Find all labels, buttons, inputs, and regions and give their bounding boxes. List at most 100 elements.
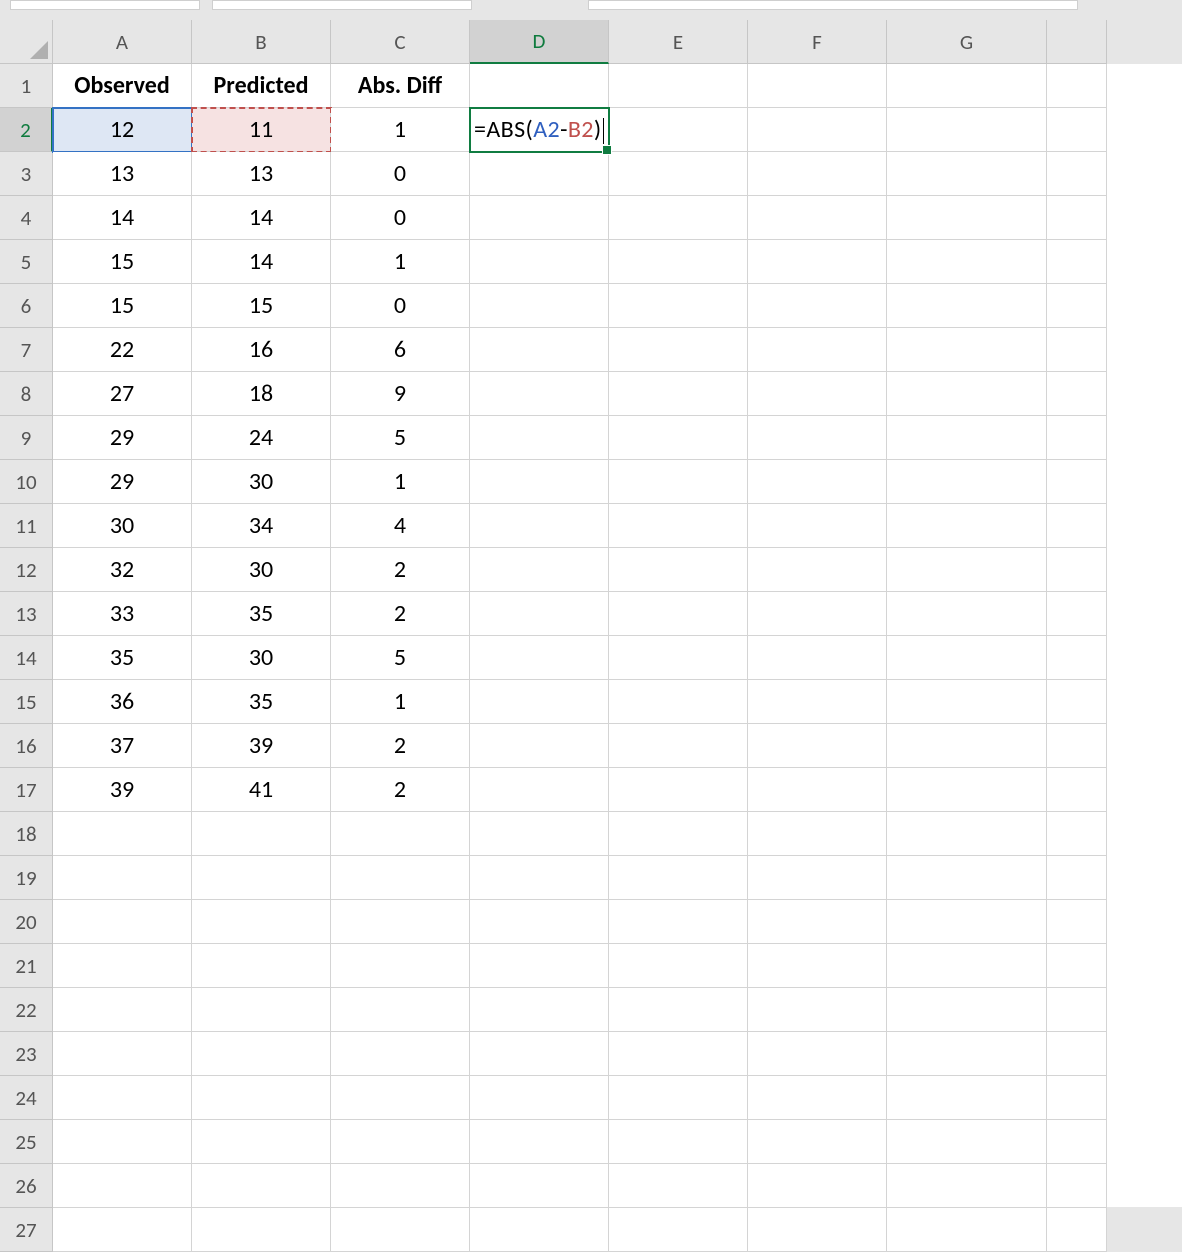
cell-H12[interactable] [1047,548,1107,592]
cell-A25[interactable] [53,1120,192,1164]
cell-B12[interactable]: 30 [192,548,331,592]
cell-E24[interactable] [609,1076,748,1120]
cell-D27[interactable] [470,1208,609,1252]
row-header-5[interactable]: 5 [0,240,53,284]
cell-B27[interactable] [192,1208,331,1252]
cell-E16[interactable] [609,724,748,768]
cell-E23[interactable] [609,1032,748,1076]
row-header-1[interactable]: 1 [0,64,53,108]
cell-H23[interactable] [1047,1032,1107,1076]
cell-F26[interactable] [748,1164,887,1208]
cell-A12[interactable]: 32 [53,548,192,592]
cell-C4[interactable]: 0 [331,196,470,240]
cell-G10[interactable] [887,460,1047,504]
row-header-3[interactable]: 3 [0,152,53,196]
row-header-19[interactable]: 19 [0,856,53,900]
cell-F20[interactable] [748,900,887,944]
column-header-A[interactable]: A [53,20,192,64]
cell-A19[interactable] [53,856,192,900]
cell-C13[interactable]: 2 [331,592,470,636]
cell-B26[interactable] [192,1164,331,1208]
row-header-15[interactable]: 15 [0,680,53,724]
cell-E2[interactable] [609,108,748,152]
cell-C26[interactable] [331,1164,470,1208]
cell-H1[interactable] [1047,64,1107,108]
cell-F5[interactable] [748,240,887,284]
cell-H20[interactable] [1047,900,1107,944]
cell-E11[interactable] [609,504,748,548]
row-header-2[interactable]: 2 [0,108,53,152]
cell-A17[interactable]: 39 [53,768,192,812]
cell-B13[interactable]: 35 [192,592,331,636]
select-all-corner[interactable] [0,20,53,64]
cell-C2[interactable]: 1 [331,108,470,152]
cell-G13[interactable] [887,592,1047,636]
column-header-G[interactable]: G [887,20,1047,64]
cell-H17[interactable] [1047,768,1107,812]
cell-B17[interactable]: 41 [192,768,331,812]
cell-E14[interactable] [609,636,748,680]
column-header-B[interactable]: B [192,20,331,64]
cell-G26[interactable] [887,1164,1047,1208]
cell-D2[interactable]: =ABS(A2-B2) [470,108,609,152]
cell-H15[interactable] [1047,680,1107,724]
cell-C25[interactable] [331,1120,470,1164]
cell-E10[interactable] [609,460,748,504]
cell-E4[interactable] [609,196,748,240]
cell-B5[interactable]: 14 [192,240,331,284]
cell-E1[interactable] [609,64,748,108]
cell-E7[interactable] [609,328,748,372]
cell-E8[interactable] [609,372,748,416]
cell-B24[interactable] [192,1076,331,1120]
cell-A10[interactable]: 29 [53,460,192,504]
cell-F7[interactable] [748,328,887,372]
cell-F4[interactable] [748,196,887,240]
cell-E27[interactable] [609,1208,748,1252]
row-header-21[interactable]: 21 [0,944,53,988]
cell-G12[interactable] [887,548,1047,592]
row-header-27[interactable]: 27 [0,1208,53,1252]
cell-E17[interactable] [609,768,748,812]
cell-H25[interactable] [1047,1120,1107,1164]
cell-H22[interactable] [1047,988,1107,1032]
cell-H8[interactable] [1047,372,1107,416]
cell-F8[interactable] [748,372,887,416]
cell-H26[interactable] [1047,1164,1107,1208]
cell-D8[interactable] [470,372,609,416]
cell-A24[interactable] [53,1076,192,1120]
row-header-7[interactable]: 7 [0,328,53,372]
cell-A13[interactable]: 33 [53,592,192,636]
cell-B11[interactable]: 34 [192,504,331,548]
cell-B3[interactable]: 13 [192,152,331,196]
cell-F6[interactable] [748,284,887,328]
cell-B10[interactable]: 30 [192,460,331,504]
cell-H27[interactable] [1047,1208,1107,1252]
cell-B25[interactable] [192,1120,331,1164]
cell-D9[interactable] [470,416,609,460]
cell-F22[interactable] [748,988,887,1032]
cell-E6[interactable] [609,284,748,328]
row-header-6[interactable]: 6 [0,284,53,328]
cell-E15[interactable] [609,680,748,724]
cell-F10[interactable] [748,460,887,504]
cell-E20[interactable] [609,900,748,944]
cell-D3[interactable] [470,152,609,196]
cell-F27[interactable] [748,1208,887,1252]
cell-C3[interactable]: 0 [331,152,470,196]
cell-H5[interactable] [1047,240,1107,284]
cell-G5[interactable] [887,240,1047,284]
cell-G24[interactable] [887,1076,1047,1120]
cell-E13[interactable] [609,592,748,636]
cell-B6[interactable]: 15 [192,284,331,328]
cell-D26[interactable] [470,1164,609,1208]
cell-H18[interactable] [1047,812,1107,856]
cell-G23[interactable] [887,1032,1047,1076]
cell-D20[interactable] [470,900,609,944]
cell-D22[interactable] [470,988,609,1032]
cell-C7[interactable]: 6 [331,328,470,372]
cell-F25[interactable] [748,1120,887,1164]
cell-G8[interactable] [887,372,1047,416]
row-header-12[interactable]: 12 [0,548,53,592]
row-header-8[interactable]: 8 [0,372,53,416]
cell-H21[interactable] [1047,944,1107,988]
